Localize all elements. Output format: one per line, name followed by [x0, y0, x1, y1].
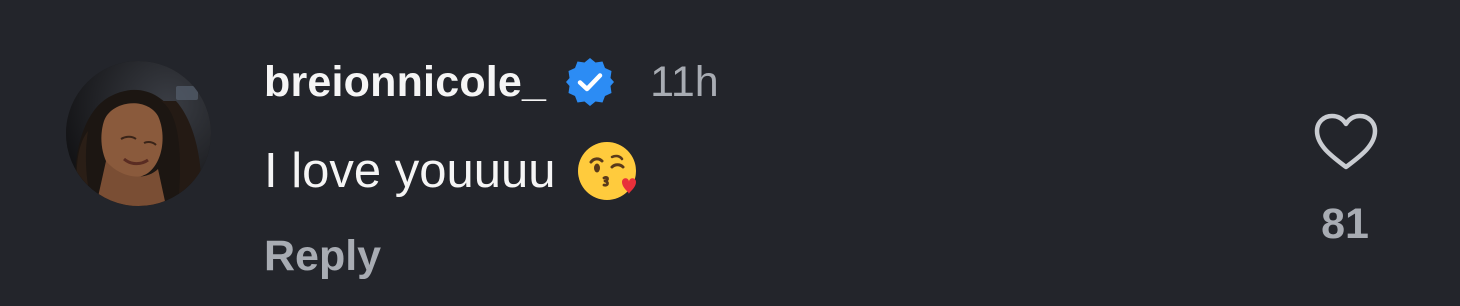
- comment-text: I love youuuu: [264, 144, 556, 198]
- username[interactable]: breionnicole_: [264, 58, 546, 107]
- avatar-photo: [66, 61, 211, 206]
- avatar[interactable]: [66, 61, 211, 206]
- comment-body: I love youuuu: [264, 136, 638, 206]
- like-count: 81: [1321, 200, 1369, 248]
- heart-outline-icon[interactable]: [1313, 112, 1379, 172]
- reply-button[interactable]: Reply: [264, 232, 381, 281]
- verified-badge-icon: [564, 56, 616, 108]
- comment-header: breionnicole_ 11h: [264, 52, 719, 112]
- timestamp: 11h: [650, 57, 719, 106]
- face-blowing-a-kiss-emoji: [576, 140, 638, 202]
- comment-row: breionnicole_ 11h I love youuuu Reply 81: [0, 0, 1460, 306]
